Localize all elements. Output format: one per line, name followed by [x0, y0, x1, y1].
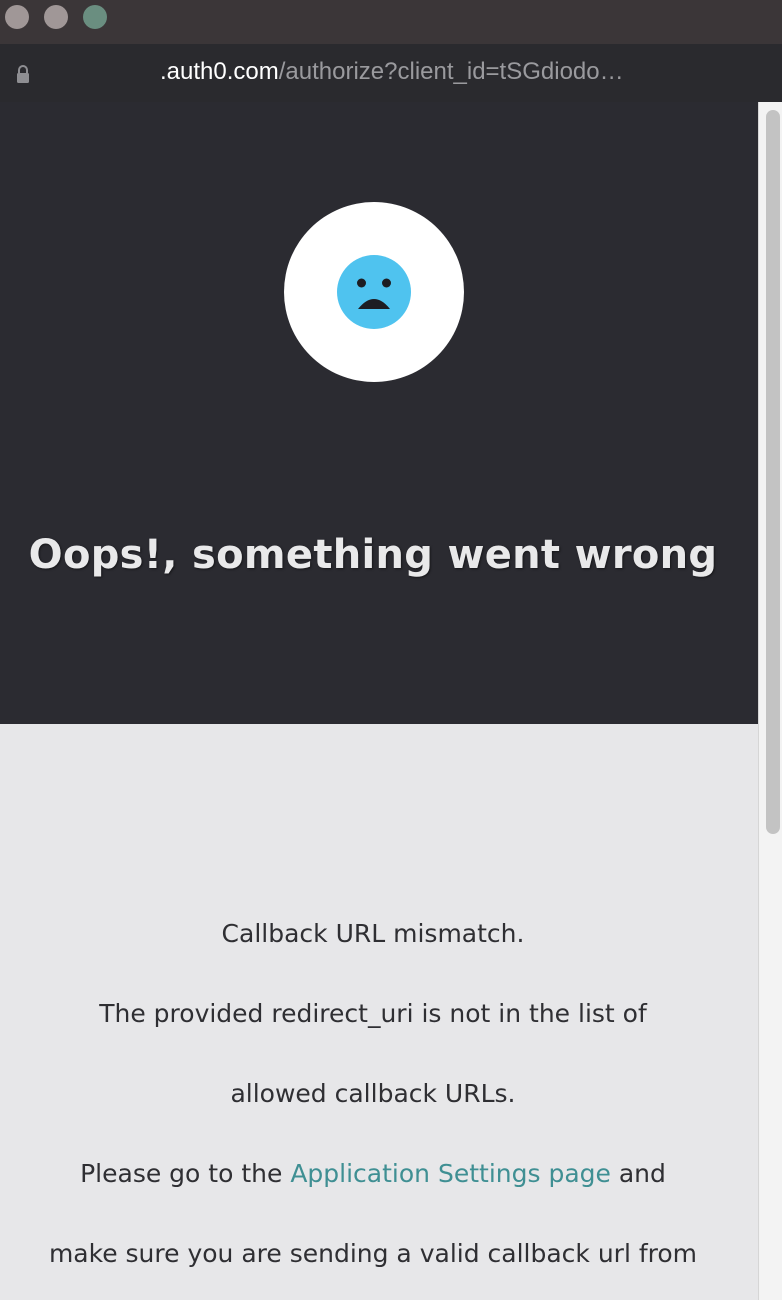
- error-detail-line-2: allowed callback URLs.: [230, 1079, 516, 1108]
- error-message-area: Callback URL mismatch. The provided redi…: [0, 724, 758, 1300]
- lock-icon: [17, 65, 29, 83]
- error-hero: Oops!, something went wrong: [0, 102, 758, 724]
- error-instruction-line-1: Please go to the Application Settings pa…: [0, 1157, 746, 1191]
- window-titlebar: [0, 0, 782, 44]
- error-instruction-line-2: make sure you are sending a valid callba…: [48, 1239, 698, 1268]
- url-path: /authorize?client_id=tSGdiodo…: [278, 58, 624, 85]
- close-window-button[interactable]: [5, 5, 29, 29]
- address-url[interactable]: .auth0.com/authorize?client_id=tSGdiodo…: [160, 56, 624, 88]
- scrollbar-thumb[interactable]: [766, 110, 780, 834]
- sad-face-icon: [337, 255, 411, 329]
- instruction-suffix: and: [610, 1159, 666, 1188]
- address-bar[interactable]: .auth0.com/authorize?client_id=tSGdiodo…: [0, 44, 782, 102]
- page-viewport: Oops!, something went wrong Callback URL…: [0, 102, 782, 1300]
- url-host: .auth0.com: [160, 58, 279, 85]
- error-title-text: Callback URL mismatch.: [221, 919, 525, 948]
- instruction-prefix: Please go to the: [80, 1159, 291, 1188]
- error-icon-circle: [284, 202, 464, 382]
- error-headline: Oops!, something went wrong: [28, 532, 718, 578]
- zoom-window-button[interactable]: [83, 5, 107, 29]
- error-detail-line-1: The provided redirect_uri is not in the …: [99, 999, 647, 1028]
- application-settings-link[interactable]: Application Settings page: [290, 1159, 611, 1188]
- minimize-window-button[interactable]: [44, 5, 68, 29]
